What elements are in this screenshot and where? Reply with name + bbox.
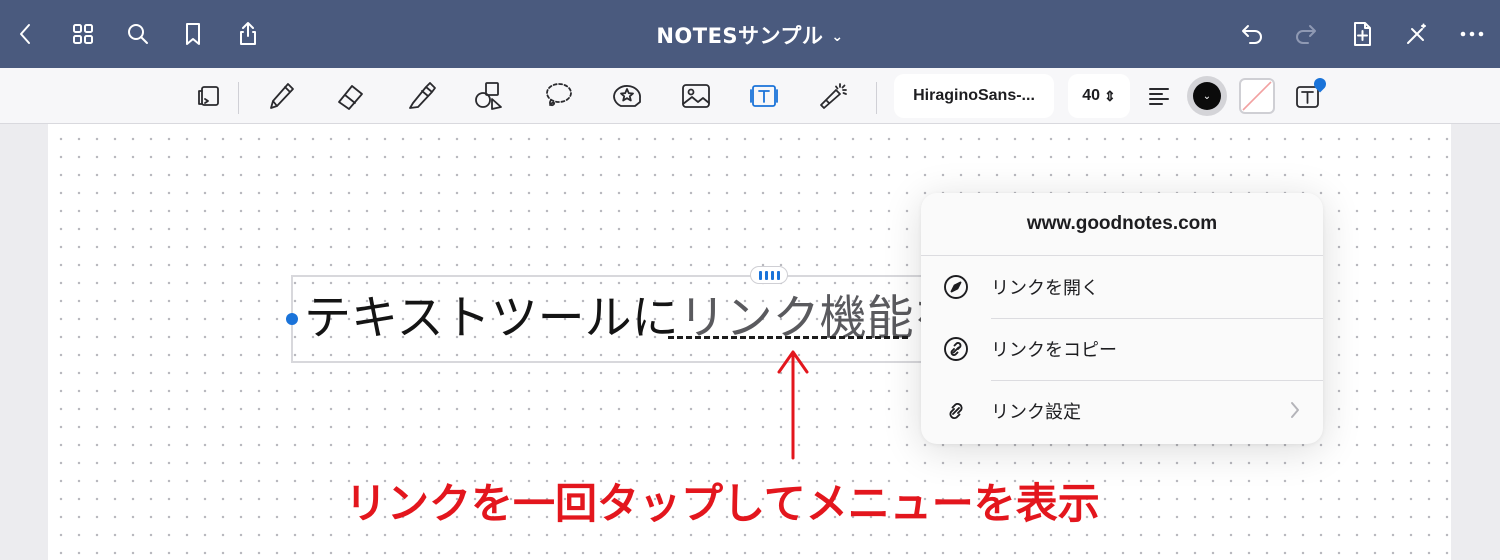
menu-item-copy-link[interactable]: リンクをコピー (921, 318, 1323, 380)
undo-icon[interactable] (1232, 14, 1272, 54)
lasso-icon[interactable] (534, 74, 582, 118)
sticker-icon[interactable] (603, 74, 651, 118)
text-box-move-handle[interactable] (750, 266, 788, 284)
document-title[interactable]: NOTESサンプル ⌄ (0, 20, 1500, 50)
eraser-icon[interactable] (326, 74, 374, 118)
annotation-caption: リンクを一回タップしてメニューを表示 (345, 479, 1100, 528)
close-pen-icon[interactable] (1397, 14, 1437, 54)
document-title-text: NOTESサンプル (656, 24, 824, 48)
text-box-resize-handle[interactable] (286, 313, 298, 325)
copy-link-icon (921, 334, 991, 364)
menu-item-label: リンクを開く (991, 278, 1099, 299)
text-box-style-icon[interactable] (1284, 74, 1332, 118)
redo-icon[interactable] (1286, 14, 1326, 54)
highlighter-icon[interactable] (396, 74, 444, 118)
stepper-arrows-icon: ⇕ (1104, 87, 1116, 104)
top-navigation-bar: NOTESサンプル ⌄ (0, 0, 1500, 68)
link-context-menu: www.goodnotes.com リンクを開く リンクをコピー リンク設定 (921, 193, 1323, 444)
text-color-button[interactable]: ⌄ (1187, 76, 1227, 116)
text-tool-icon[interactable] (740, 74, 788, 118)
text-plain: テキストツールに (304, 291, 679, 346)
add-page-icon[interactable] (1342, 14, 1382, 54)
pen-icon[interactable] (257, 74, 305, 118)
menu-item-link-settings[interactable]: リンク設定 (921, 380, 1323, 442)
text-box[interactable]: テキストツールにリンク機能を (291, 275, 951, 363)
font-size-button[interactable]: 40 ⇕ (1068, 74, 1130, 118)
link-url: www.goodnotes.com (921, 193, 1323, 256)
lasso-layer-icon[interactable] (186, 74, 234, 118)
laser-pointer-icon[interactable] (810, 74, 858, 118)
more-icon[interactable] (1452, 14, 1492, 54)
toolbar-divider (238, 82, 239, 114)
menu-item-label: リンクをコピー (991, 340, 1117, 361)
chevron-down-icon: ⌄ (831, 29, 844, 45)
shapes-icon[interactable] (464, 74, 512, 118)
no-color-slash-icon (1242, 81, 1272, 111)
menu-item-label: リンク設定 (991, 402, 1081, 423)
chevron-right-icon (1289, 401, 1301, 423)
annotation-arrow-icon (777, 350, 809, 460)
tool-bar: HiraginoSans-... 40 ⇕ ⌄ (0, 68, 1500, 124)
align-left-icon[interactable] (1135, 74, 1183, 118)
font-name-button[interactable]: HiraginoSans-... (894, 74, 1054, 118)
toolbar-divider (876, 82, 877, 114)
background-color-button[interactable] (1239, 78, 1275, 114)
image-icon[interactable] (672, 74, 720, 118)
link-underline (668, 336, 908, 339)
menu-item-open-link[interactable]: リンクを開く (921, 256, 1323, 318)
chevron-down-icon: ⌄ (1193, 82, 1221, 110)
font-size-value: 40 (1082, 87, 1101, 104)
link-icon (921, 396, 991, 426)
compass-icon (921, 272, 991, 302)
